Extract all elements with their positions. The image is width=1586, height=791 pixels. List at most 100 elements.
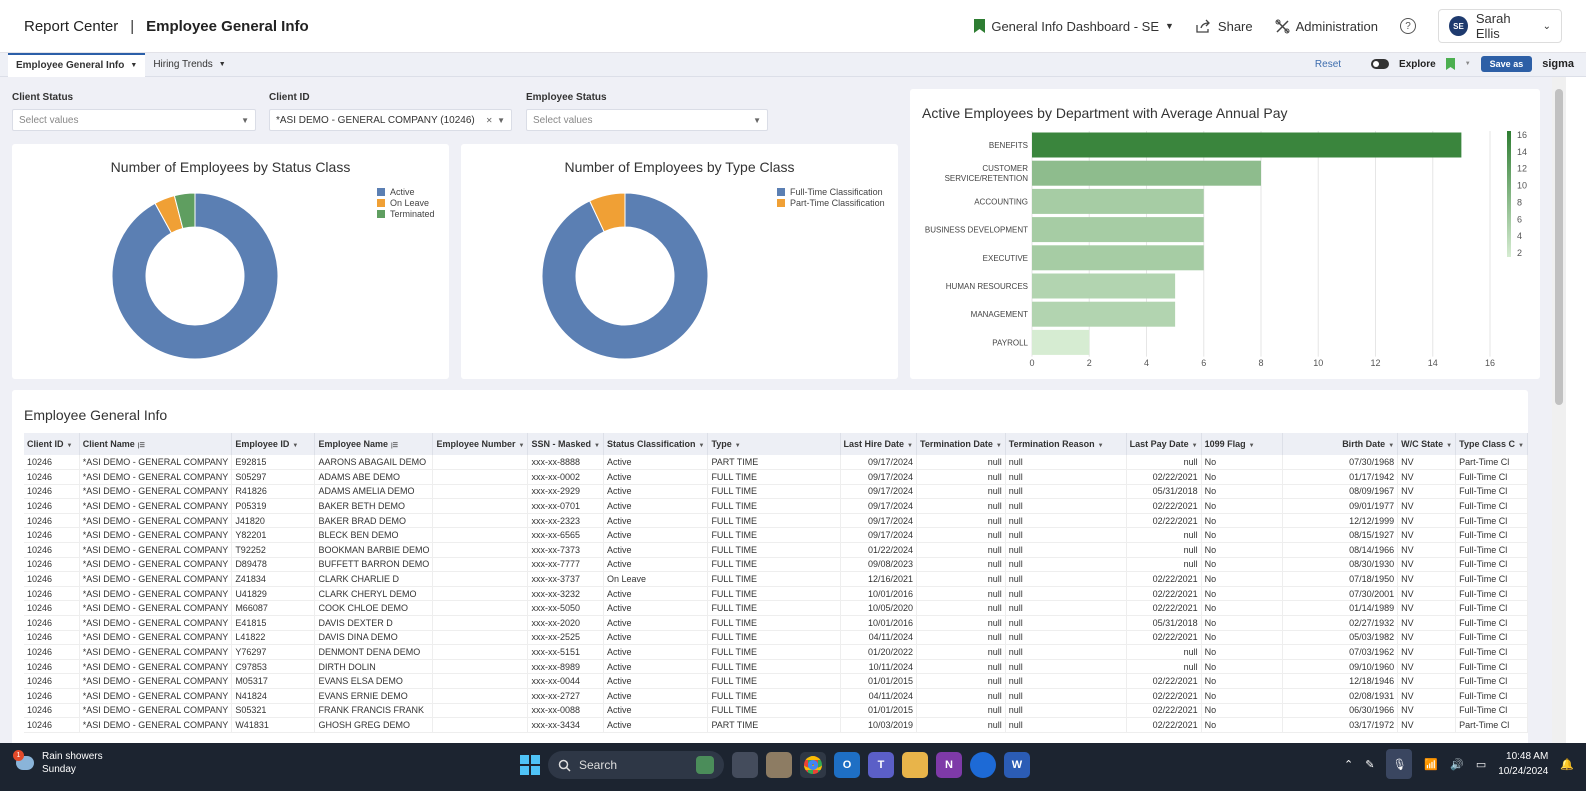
client-status-select[interactable]: Select values ▼ [12, 109, 256, 131]
table-cell[interactable]: 08/09/1967 [1282, 484, 1399, 500]
table-cell[interactable]: null [1126, 542, 1202, 558]
table-cell[interactable]: *ASI DEMO - GENERAL COMPANY [79, 557, 233, 573]
table-cell[interactable]: L41822 [231, 630, 316, 646]
table-cell[interactable]: *ASI DEMO - GENERAL COMPANY [79, 600, 233, 617]
table-cell[interactable]: null [916, 703, 1006, 719]
table-cell[interactable]: DAVIS DEXTER D [314, 615, 434, 631]
table-cell[interactable]: Full-Time Cl [1455, 571, 1528, 587]
table-cell[interactable]: 04/11/2024 [840, 688, 917, 704]
table-cell[interactable]: No [1201, 703, 1284, 719]
column-menu-icon[interactable]: ▼ [907, 443, 913, 449]
table-cell[interactable]: NV [1397, 644, 1457, 660]
table-cell[interactable]: FULL TIME [707, 542, 841, 558]
table-row[interactable]: 10246 *ASI DEMO - GENERAL COMPANY D89478 BU… [24, 557, 1528, 573]
column-header[interactable]: Last Pay Date ▼ [1126, 433, 1202, 455]
table-cell[interactable]: 02/22/2021 [1126, 717, 1202, 733]
scrollbar-thumb[interactable] [1555, 89, 1563, 405]
table-cell[interactable]: FULL TIME [707, 630, 841, 646]
table-cell[interactable]: Part-Time Cl [1455, 717, 1528, 733]
table-cell[interactable]: xxx-xx-0002 [527, 469, 604, 485]
table-cell[interactable]: null [916, 717, 1006, 733]
table-cell[interactable]: Active [603, 469, 709, 485]
outlook-icon[interactable]: O [834, 752, 860, 778]
bar-customer-service-retention[interactable] [1032, 160, 1261, 186]
table-cell[interactable]: xxx-xx-3434 [527, 717, 604, 733]
table-row[interactable]: 10246 *ASI DEMO - GENERAL COMPANY E41815 DA… [24, 615, 1528, 631]
weather-widget[interactable]: 1 Rain showers Sunday [13, 750, 103, 776]
column-header[interactable]: Termination Date ▼ [916, 433, 1006, 455]
column-menu-icon[interactable]: ▼ [735, 443, 741, 449]
column-menu-icon[interactable]: ▼ [1192, 443, 1198, 449]
table-cell[interactable]: 10246 [24, 542, 80, 558]
table-cell[interactable]: S05321 [231, 703, 316, 719]
table-cell[interactable]: BAKER BRAD DEMO [314, 513, 434, 529]
table-cell[interactable]: 10246 [24, 703, 80, 719]
table-cell[interactable]: null [916, 557, 1006, 573]
table-cell[interactable]: 07/30/2001 [1282, 586, 1399, 602]
table-cell[interactable]: 01/22/2024 [840, 542, 917, 558]
table-cell[interactable]: No [1201, 498, 1284, 514]
column-menu-icon[interactable]: ▼ [519, 443, 525, 449]
table-cell[interactable]: Full-Time Cl [1455, 615, 1528, 631]
table-cell[interactable]: null [1005, 586, 1127, 602]
column-header[interactable]: Birth Date ▼ [1282, 433, 1399, 455]
bar-human-resources[interactable] [1032, 273, 1176, 299]
column-menu-icon[interactable]: ▼ [1446, 443, 1452, 449]
table-cell[interactable]: Active [603, 586, 709, 602]
table-cell[interactable]: xxx-xx-2727 [527, 688, 604, 704]
table-cell[interactable]: 10246 [24, 659, 80, 675]
clear-icon[interactable]: ✕ ▼ [486, 116, 505, 125]
table-cell[interactable]: null [916, 542, 1006, 558]
table-cell[interactable]: *ASI DEMO - GENERAL COMPANY [79, 673, 233, 689]
column-header[interactable]: SSN - Masked ▼ [527, 433, 604, 455]
table-cell[interactable]: 09/17/2024 [840, 469, 917, 485]
table-cell[interactable]: 08/14/1966 [1282, 542, 1399, 558]
table-cell[interactable]: NV [1397, 673, 1457, 689]
table-cell[interactable]: Full-Time Cl [1455, 484, 1528, 500]
table-row[interactable]: 10246 *ASI DEMO - GENERAL COMPANY N41824 EV… [24, 688, 1528, 704]
table-cell[interactable]: P05319 [231, 498, 316, 514]
zoom-icon[interactable] [970, 752, 996, 778]
table-cell[interactable]: xxx-xx-8989 [527, 659, 604, 675]
reset-button[interactable]: Reset [1315, 59, 1341, 70]
table-cell[interactable]: null [916, 498, 1006, 514]
table-cell[interactable] [432, 542, 529, 558]
table-cell[interactable] [432, 659, 529, 675]
table-row[interactable]: 10246 *ASI DEMO - GENERAL COMPANY Y82201 BL… [24, 527, 1528, 544]
table-cell[interactable]: 10246 [24, 469, 80, 485]
table-cell[interactable]: No [1201, 586, 1284, 602]
table-cell[interactable]: *ASI DEMO - GENERAL COMPANY [79, 586, 233, 602]
table-cell[interactable] [432, 717, 529, 733]
table-cell[interactable]: xxx-xx-0701 [527, 498, 604, 514]
table-cell[interactable] [432, 469, 529, 485]
explore-toggle[interactable] [1371, 59, 1390, 69]
table-cell[interactable]: NV [1397, 542, 1457, 558]
bar-payroll[interactable] [1032, 329, 1090, 355]
table-cell[interactable]: 08/15/1927 [1282, 527, 1399, 544]
table-cell[interactable]: 05/03/1982 [1282, 630, 1399, 646]
table-cell[interactable]: ADAMS ABE DEMO [314, 469, 434, 485]
table-row[interactable]: 10246 *ASI DEMO - GENERAL COMPANY Y76297 DE… [24, 644, 1528, 660]
table-cell[interactable]: Active [603, 600, 709, 617]
table-cell[interactable]: null [1005, 527, 1127, 544]
table-cell[interactable]: xxx-xx-0088 [527, 703, 604, 719]
table-cell[interactable]: null [1005, 455, 1127, 471]
table-cell[interactable]: FULL TIME [707, 703, 841, 719]
table-cell[interactable]: null [1126, 455, 1202, 471]
table-cell[interactable]: 10246 [24, 557, 80, 573]
table-cell[interactable]: Active [603, 527, 709, 544]
table-row[interactable]: 10246 *ASI DEMO - GENERAL COMPANY S05321 FR… [24, 703, 1528, 719]
table-cell[interactable]: null [916, 600, 1006, 617]
table-cell[interactable]: *ASI DEMO - GENERAL COMPANY [79, 644, 233, 660]
table-cell[interactable]: FULL TIME [707, 571, 841, 587]
table-cell[interactable]: NV [1397, 615, 1457, 631]
table-row[interactable]: 10246 *ASI DEMO - GENERAL COMPANY J41820 BA… [24, 513, 1528, 529]
table-cell[interactable]: U41829 [231, 586, 316, 602]
table-cell[interactable]: NV [1397, 527, 1457, 544]
client-id-select[interactable]: *ASI DEMO - GENERAL COMPANY (10246) ✕ ▼ [269, 109, 512, 131]
table-cell[interactable]: xxx-xx-7373 [527, 542, 604, 558]
table-cell[interactable]: 09/17/2024 [840, 455, 917, 471]
table-cell[interactable]: null [916, 644, 1006, 660]
table-cell[interactable]: null [1005, 630, 1127, 646]
table-cell[interactable]: 07/03/1962 [1282, 644, 1399, 660]
